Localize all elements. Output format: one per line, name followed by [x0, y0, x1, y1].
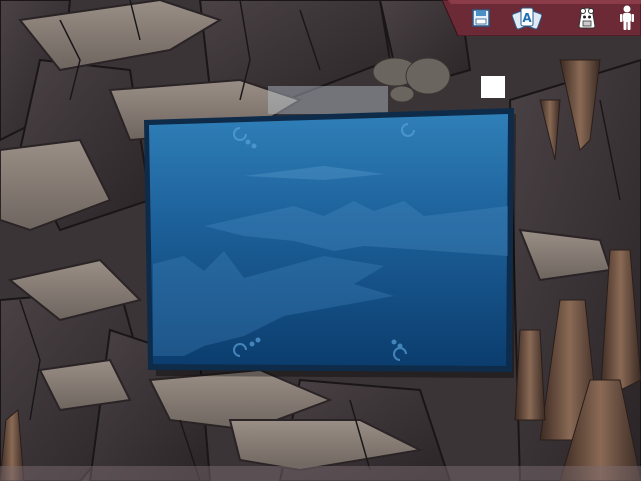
save-button[interactable]: [466, 4, 496, 32]
cards-icon: A: [512, 7, 542, 30]
save-disk-icon: [472, 9, 490, 27]
cards-glyph: A: [522, 11, 532, 25]
cards-button[interactable]: A: [512, 4, 542, 32]
dialog-panel: [144, 108, 516, 378]
backpack-icon: [578, 7, 596, 29]
white-square-marker[interactable]: [481, 76, 505, 98]
inventory-button[interactable]: [572, 4, 602, 32]
character-icon: [620, 5, 634, 30]
game-screen: A: [0, 0, 641, 481]
top-toolbar: A: [442, 0, 641, 36]
character-button[interactable]: [612, 4, 641, 32]
